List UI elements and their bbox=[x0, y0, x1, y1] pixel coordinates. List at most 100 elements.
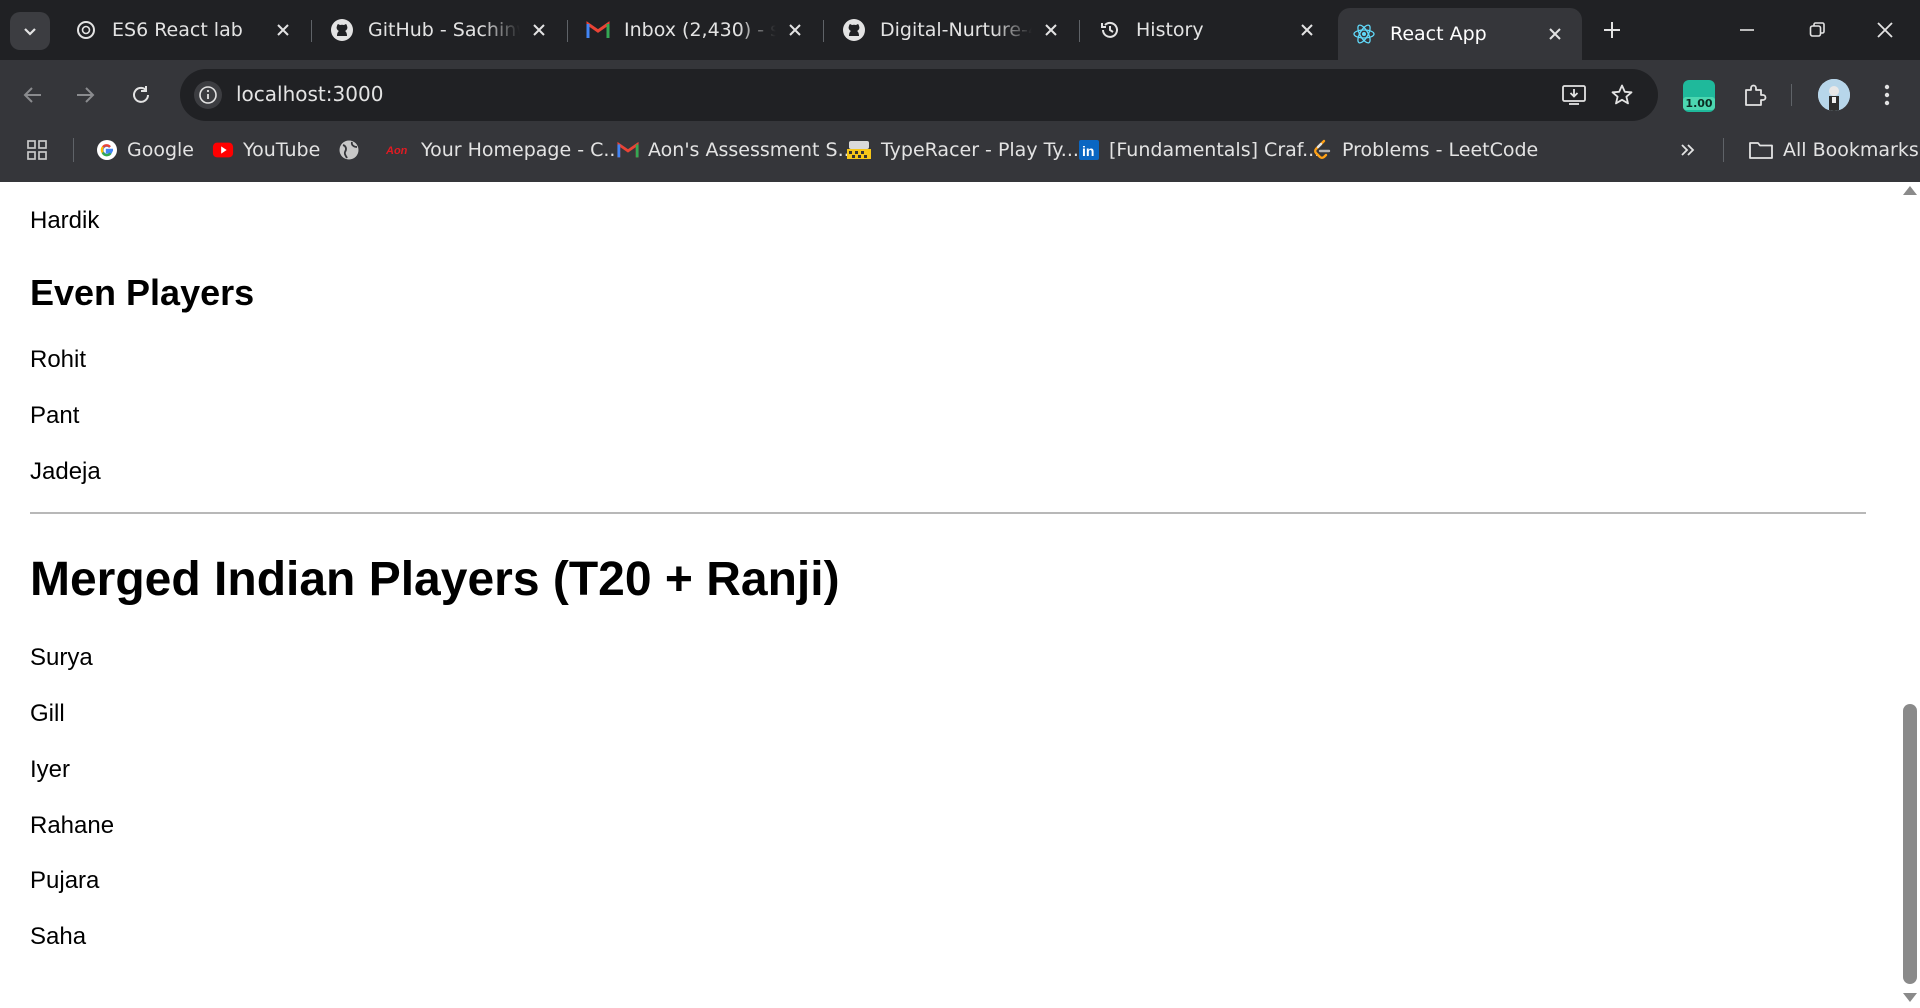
bookmark-typeracer[interactable]: TypeRacer - Play Ty... bbox=[846, 134, 1079, 166]
close-icon[interactable] bbox=[784, 19, 806, 41]
minimize-icon bbox=[1740, 29, 1754, 31]
gmail-icon bbox=[617, 139, 639, 161]
site-info-icon[interactable] bbox=[194, 81, 222, 109]
tab-gmail-inbox[interactable]: Inbox (2,430) - sac bbox=[572, 0, 822, 60]
merged-players-heading: Merged Indian Players (T20 + Ranji) bbox=[30, 553, 840, 606]
typeracer-icon bbox=[846, 139, 872, 161]
github-icon bbox=[330, 18, 354, 42]
horizontal-rule bbox=[30, 512, 1866, 514]
apps-grid-icon[interactable] bbox=[26, 134, 48, 166]
chevron-double-right-icon bbox=[1681, 144, 1695, 156]
restore-button[interactable] bbox=[1782, 0, 1852, 60]
bookmark-label: Aon's Assessment S... bbox=[648, 139, 856, 161]
google-icon bbox=[96, 139, 118, 161]
tab-title: Digital-Nurture-4.0 bbox=[880, 19, 1032, 41]
close-window-button[interactable] bbox=[1850, 0, 1920, 60]
tab-title: Inbox (2,430) - sac bbox=[624, 19, 776, 41]
linkedin-icon: in bbox=[1078, 139, 1100, 161]
scroll-up-arrow-icon[interactable] bbox=[1903, 186, 1917, 195]
tab-es6-react-lab[interactable]: ES6 React lab bbox=[60, 0, 310, 60]
github-icon bbox=[842, 18, 866, 42]
close-icon[interactable] bbox=[1544, 23, 1566, 45]
new-tab-button[interactable] bbox=[1598, 16, 1626, 44]
tab-github-sachinwe[interactable]: GitHub - Sachinwe bbox=[316, 0, 566, 60]
tab-title: React App bbox=[1390, 23, 1487, 45]
plus-icon bbox=[1604, 22, 1620, 38]
bookmark-youtube[interactable]: YouTube bbox=[212, 134, 320, 166]
tab-title: GitHub - Sachinwe bbox=[368, 19, 520, 41]
youtube-icon bbox=[212, 139, 234, 161]
extensions-puzzle-icon[interactable] bbox=[1738, 78, 1772, 112]
player-name: Pant bbox=[30, 402, 80, 429]
bookmark-label: Problems - LeetCode bbox=[1342, 139, 1539, 161]
bookmark-label: [Fundamentals] Craf... bbox=[1109, 139, 1321, 161]
tab-digital-nurture[interactable]: Digital-Nurture-4.0 bbox=[828, 0, 1078, 60]
address-bar[interactable]: localhost:3000 bbox=[180, 69, 1658, 121]
bookmarks-divider bbox=[1723, 138, 1724, 162]
arrow-left-icon bbox=[23, 87, 41, 103]
toolbar-divider bbox=[1791, 84, 1792, 106]
folder-icon bbox=[1748, 139, 1774, 161]
openai-icon bbox=[74, 18, 98, 42]
back-button[interactable] bbox=[14, 76, 52, 114]
leetcode-icon bbox=[1311, 139, 1333, 161]
gmail-icon bbox=[586, 18, 610, 42]
even-players-heading: Even Players bbox=[30, 272, 255, 313]
tab-separator bbox=[567, 20, 568, 42]
bookmark-label: TypeRacer - Play Ty... bbox=[881, 139, 1079, 161]
scroll-down-arrow-icon[interactable] bbox=[1903, 993, 1917, 1002]
scrollbar-thumb[interactable] bbox=[1903, 704, 1917, 984]
player-name: Iyer bbox=[30, 756, 71, 783]
bookmark-aon-assessment[interactable]: Aon's Assessment S... bbox=[617, 134, 856, 166]
close-icon[interactable] bbox=[272, 19, 294, 41]
url-text[interactable]: localhost:3000 bbox=[236, 82, 383, 106]
tab-react-app[interactable]: React App bbox=[1338, 8, 1582, 60]
bookmark-linkedin[interactable]: in [Fundamentals] Craf... bbox=[1078, 134, 1320, 166]
player-name: Gill bbox=[30, 700, 65, 727]
player-name: Hardik bbox=[30, 207, 100, 234]
bookmark-aon-homepage[interactable]: Aon Your Homepage - C... bbox=[386, 134, 621, 166]
bookmark-label: Your Homepage - C... bbox=[421, 139, 622, 161]
profile-avatar[interactable] bbox=[1818, 79, 1850, 111]
close-icon[interactable] bbox=[1040, 19, 1062, 41]
bookmark-leetcode[interactable]: Problems - LeetCode bbox=[1311, 134, 1538, 166]
tab-separator bbox=[823, 20, 824, 42]
menu-kebab-icon[interactable] bbox=[1870, 78, 1904, 112]
svg-text:Aon: Aon bbox=[386, 145, 408, 157]
all-bookmarks-folder[interactable]: All Bookmarks bbox=[1748, 134, 1919, 166]
player-name: Saha bbox=[30, 923, 87, 950]
tab-search-button[interactable] bbox=[10, 12, 50, 50]
tab-title: History bbox=[1136, 19, 1204, 41]
player-name: Rahane bbox=[30, 812, 115, 839]
install-app-icon[interactable] bbox=[1560, 81, 1588, 109]
tab-separator bbox=[1079, 20, 1080, 42]
page-content: Hardik Even Players Rohit Pant Jadeja Me… bbox=[0, 182, 1900, 1008]
bookmark-globe[interactable] bbox=[338, 134, 369, 166]
more-bookmarks-button[interactable] bbox=[1678, 134, 1698, 166]
globe-icon bbox=[338, 139, 360, 161]
bookmark-google[interactable]: Google bbox=[96, 134, 194, 166]
player-name: Pujara bbox=[30, 867, 100, 894]
player-name: Jadeja bbox=[30, 458, 101, 485]
bookmark-label: YouTube bbox=[243, 139, 321, 161]
close-icon[interactable] bbox=[528, 19, 550, 41]
reload-button[interactable] bbox=[122, 76, 160, 114]
restore-icon bbox=[1809, 22, 1825, 37]
close-icon bbox=[1877, 22, 1893, 38]
bookmark-label: Google bbox=[127, 139, 195, 161]
close-icon[interactable] bbox=[1296, 19, 1318, 41]
forward-button[interactable] bbox=[66, 76, 104, 114]
chevron-down-icon bbox=[24, 28, 36, 36]
player-name: Rohit bbox=[30, 346, 87, 373]
tab-history[interactable]: History bbox=[1084, 0, 1334, 60]
arrow-right-icon bbox=[77, 87, 95, 103]
tab-separator bbox=[311, 20, 312, 42]
bookmark-star-icon[interactable] bbox=[1608, 81, 1636, 109]
minimize-button[interactable] bbox=[1712, 0, 1782, 60]
tab-title: ES6 React lab bbox=[112, 19, 243, 41]
bookmark-label: All Bookmarks bbox=[1783, 139, 1919, 161]
player-name: Surya bbox=[30, 644, 93, 671]
reload-icon bbox=[133, 86, 149, 103]
react-icon bbox=[1352, 22, 1376, 46]
aon-icon: Aon bbox=[386, 139, 412, 161]
